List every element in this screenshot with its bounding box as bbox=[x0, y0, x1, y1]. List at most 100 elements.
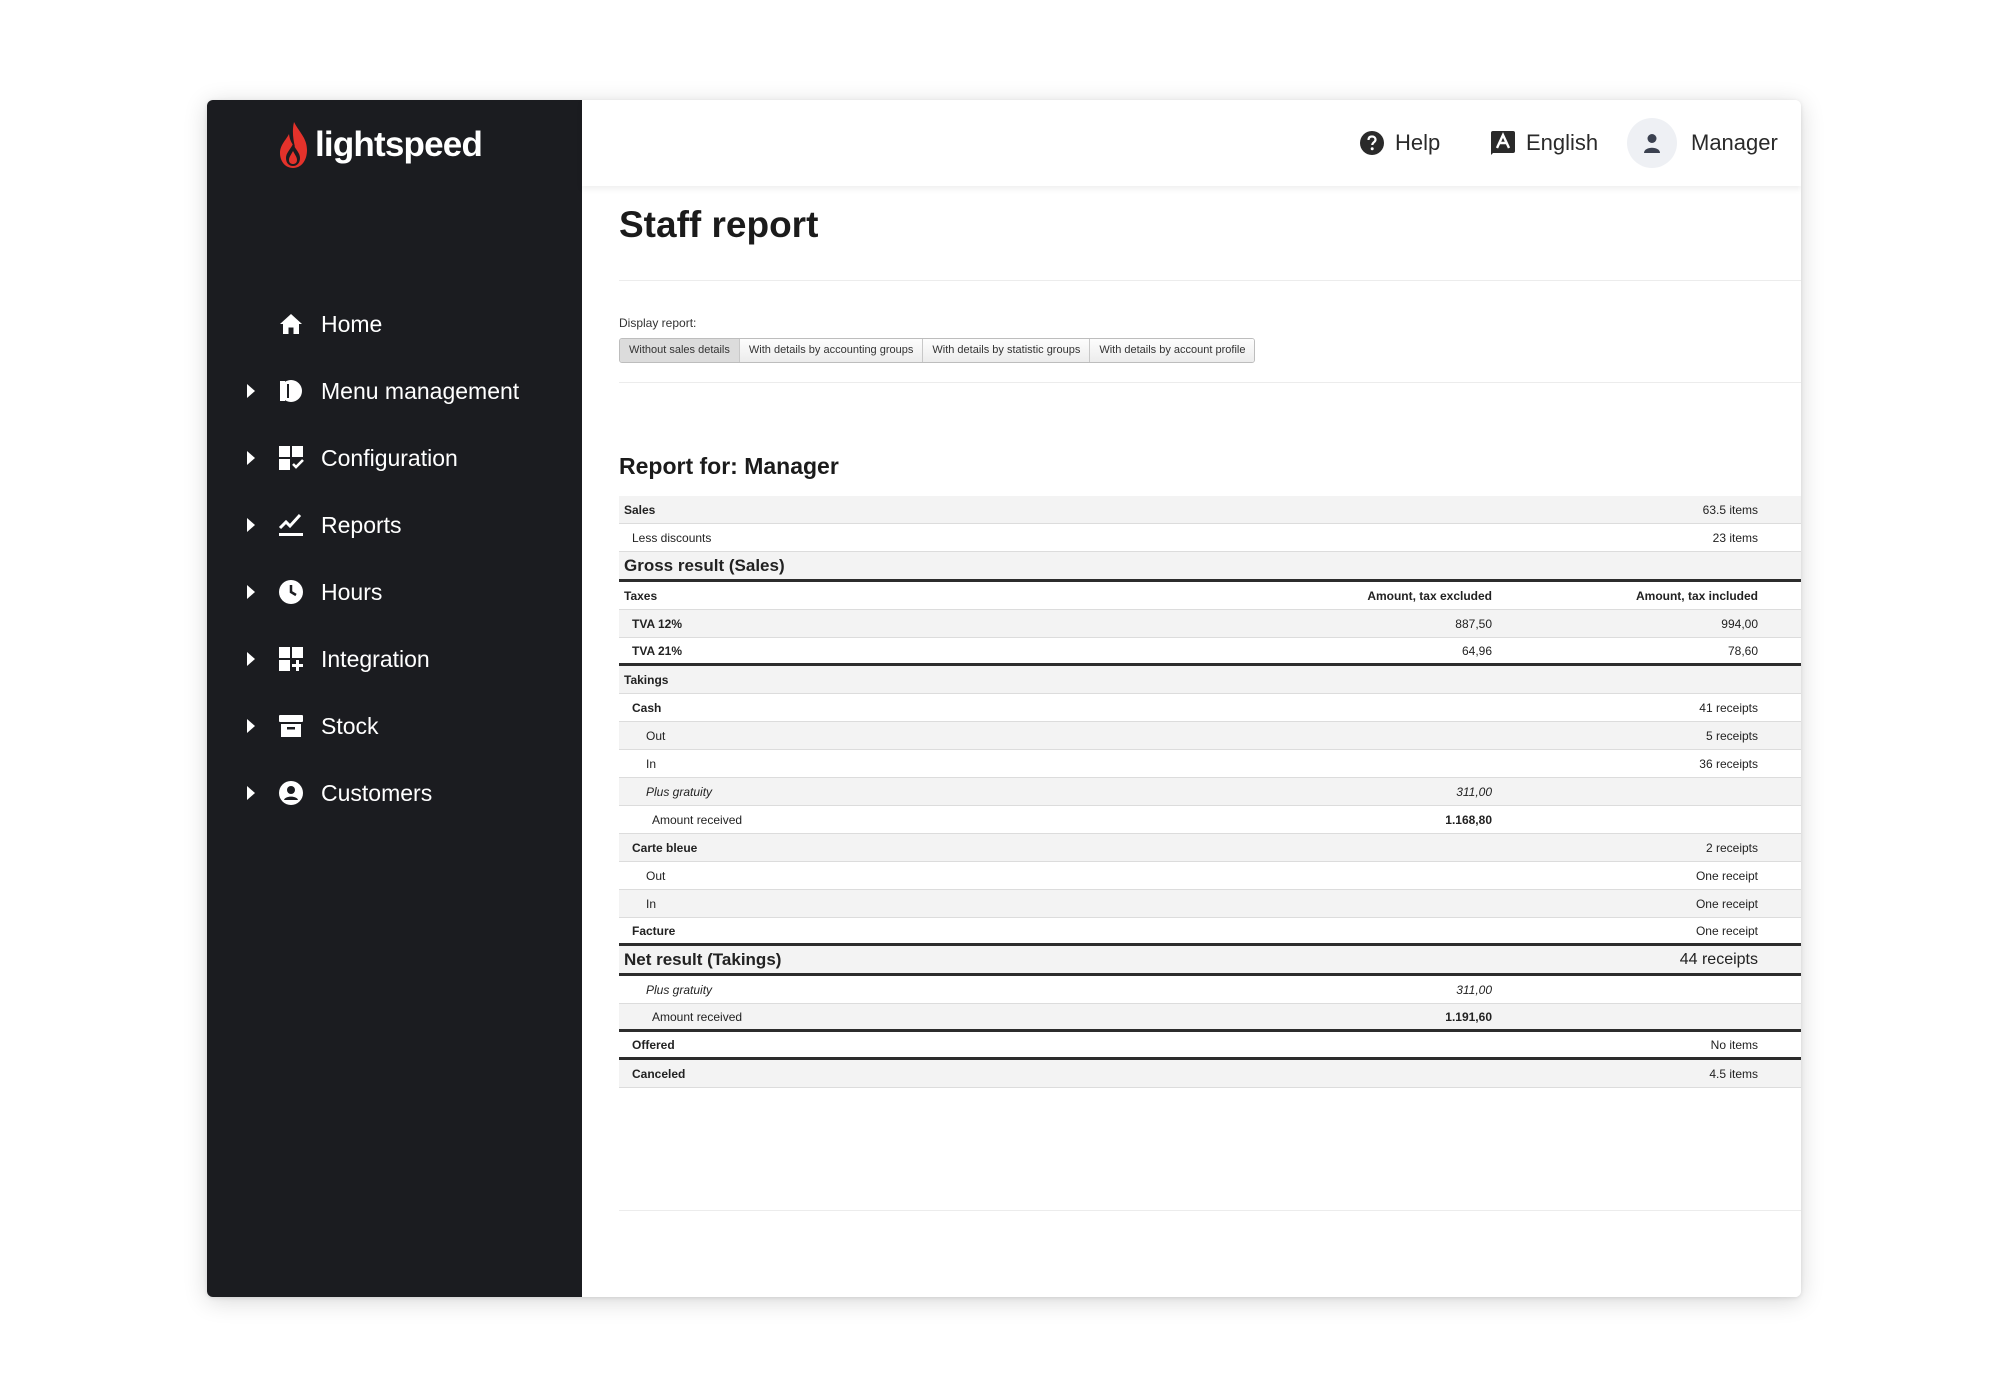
report-row: Amount received 1.191,60 bbox=[619, 1004, 1801, 1032]
menu-management-icon bbox=[280, 380, 302, 402]
report-row: Facture One receipt bbox=[619, 918, 1801, 946]
report-row: Out 5 receipts bbox=[619, 722, 1801, 750]
language-label: English bbox=[1526, 130, 1599, 155]
user-menu[interactable]: Manager bbox=[1627, 100, 1778, 186]
sidebar-item-integration[interactable]: Integration bbox=[207, 631, 582, 687]
sidebar-item-label: Configuration bbox=[321, 445, 458, 471]
sidebar-item-label: Hours bbox=[321, 579, 383, 605]
report-row: Less discounts 23 items bbox=[619, 524, 1801, 552]
display-report-tabs: Without sales details With details by ac… bbox=[619, 338, 1256, 363]
page-title: Staff report bbox=[619, 204, 819, 245]
report-row: Amount received 1.168,80 bbox=[619, 806, 1801, 834]
caret-right-icon bbox=[247, 719, 255, 733]
report-row: In 36 receipts bbox=[619, 750, 1801, 778]
avatar bbox=[1627, 118, 1677, 168]
report-row-amount-excl: 311,00 bbox=[1456, 982, 1492, 997]
sidebar-item-configuration[interactable]: Configuration bbox=[207, 430, 582, 486]
report-row-amount-excl: 1.191,60 bbox=[1445, 1009, 1492, 1024]
caret-right-icon bbox=[247, 786, 255, 800]
report-row: Carte bleue 2 receipts bbox=[619, 834, 1801, 862]
report-row-value: Amount, tax included bbox=[1635, 588, 1758, 603]
report-row-value: 4.5 items bbox=[1709, 1066, 1758, 1081]
sidebar-item-hours[interactable]: Hours bbox=[207, 564, 582, 620]
user-icon bbox=[1644, 134, 1660, 153]
language-icon bbox=[1491, 131, 1515, 155]
tab-accounting-groups[interactable]: With details by accounting groups bbox=[739, 339, 924, 362]
report-row-label: Offered bbox=[632, 1037, 675, 1052]
report-row: Plus gratuity 311,00 bbox=[619, 976, 1801, 1004]
sidebar-item-customers[interactable]: Customers bbox=[207, 765, 582, 821]
report-row-label: Less discounts bbox=[632, 530, 712, 545]
stock-icon bbox=[279, 715, 303, 737]
sidebar-item-reports[interactable]: Reports bbox=[207, 497, 582, 553]
home-icon bbox=[280, 314, 302, 334]
report-section-row: Gross result (Sales) bbox=[619, 552, 1801, 582]
report-row-label: Net result (Takings) bbox=[624, 949, 782, 969]
configuration-icon bbox=[279, 446, 304, 470]
report-row-amount-excl: 311,00 bbox=[1456, 784, 1492, 799]
sidebar: lightspeed Home Menu management Configur… bbox=[207, 100, 582, 1297]
report-row-value: One receipt bbox=[1695, 896, 1758, 911]
caret-right-icon bbox=[247, 518, 255, 532]
help-button[interactable]: Help bbox=[1359, 100, 1440, 186]
report-row-label: Plus gratuity bbox=[646, 784, 713, 799]
report-row-label: Amount received bbox=[652, 1009, 743, 1024]
sidebar-item-label: Reports bbox=[321, 512, 402, 538]
report-row-label: Sales bbox=[624, 502, 656, 517]
report-row-value: 41 receipts bbox=[1699, 700, 1758, 715]
report-row-label: Gross result (Sales) bbox=[624, 555, 785, 575]
app-window: lightspeed Home Menu management Configur… bbox=[207, 100, 1801, 1297]
caret-right-icon bbox=[247, 451, 255, 465]
help-icon bbox=[1360, 131, 1384, 155]
sidebar-item-home[interactable]: Home bbox=[207, 296, 582, 352]
report-row: Plus gratuity 311,00 bbox=[619, 778, 1801, 806]
report-row-label: Taxes bbox=[624, 588, 658, 603]
reports-icon bbox=[278, 513, 303, 536]
report-table: Sales 63.5 items Less discounts 23 items Gro… bbox=[619, 496, 1801, 1088]
report-row-value: 994,00 bbox=[1721, 616, 1758, 631]
report-row-value: 78,60 bbox=[1727, 643, 1758, 658]
report-row-label: Takings bbox=[624, 672, 669, 687]
report-row-label: TVA 21% bbox=[632, 643, 683, 658]
report-row-label: Carte bleue bbox=[632, 840, 698, 855]
report-row-label: Canceled bbox=[632, 1066, 686, 1081]
brand-name: lightspeed bbox=[315, 125, 483, 164]
sidebar-item-label: Menu management bbox=[321, 378, 520, 404]
help-label: Help bbox=[1395, 130, 1441, 155]
caret-right-icon bbox=[247, 652, 255, 666]
sidebar-item-label: Integration bbox=[321, 646, 430, 672]
report-row-label: Out bbox=[646, 728, 666, 743]
user-label: Manager bbox=[1691, 130, 1778, 155]
report-row-value: 36 receipts bbox=[1699, 756, 1758, 771]
logo[interactable]: lightspeed bbox=[277, 118, 483, 172]
main-content: Staff report Display report: Without sal… bbox=[582, 186, 1801, 1297]
report-row-value: 44 receipts bbox=[1679, 950, 1758, 968]
tab-account-profile[interactable]: With details by account profile bbox=[1090, 339, 1255, 362]
tab-without-sales-details[interactable]: Without sales details bbox=[620, 339, 740, 362]
report-row-value: 5 receipts bbox=[1705, 728, 1758, 743]
report-row-label: Amount received bbox=[652, 812, 743, 827]
report-row-amount-excl: 64,96 bbox=[1461, 643, 1492, 658]
caret-right-icon bbox=[247, 585, 255, 599]
sidebar-item-label: Home bbox=[321, 311, 383, 337]
report-row-label: Cash bbox=[632, 700, 662, 715]
integration-icon bbox=[279, 647, 303, 671]
caret-right-icon bbox=[247, 384, 255, 398]
report-row-value: 63.5 items bbox=[1702, 502, 1758, 517]
tab-statistic-groups[interactable]: With details by statistic groups bbox=[923, 339, 1091, 362]
sidebar-item-label: Stock bbox=[321, 713, 379, 739]
divider bbox=[619, 280, 1801, 281]
report-row: In One receipt bbox=[619, 890, 1801, 918]
report-row-label: Facture bbox=[632, 923, 676, 938]
language-selector[interactable]: English bbox=[1490, 100, 1598, 186]
clock-icon bbox=[279, 580, 303, 604]
report-row: Taxes Amount, tax excluded Amount, tax inc… bbox=[619, 582, 1801, 610]
report-row-value: 23 items bbox=[1712, 530, 1758, 545]
report-row-label: TVA 12% bbox=[632, 616, 683, 631]
report-row: Out One receipt bbox=[619, 862, 1801, 890]
report-row: Sales 63.5 items bbox=[619, 496, 1801, 524]
report-row-value: One receipt bbox=[1695, 868, 1758, 883]
sidebar-item-menu-management[interactable]: Menu management bbox=[207, 363, 582, 419]
sidebar-item-stock[interactable]: Stock bbox=[207, 698, 582, 754]
display-report-label: Display report: bbox=[619, 316, 697, 330]
